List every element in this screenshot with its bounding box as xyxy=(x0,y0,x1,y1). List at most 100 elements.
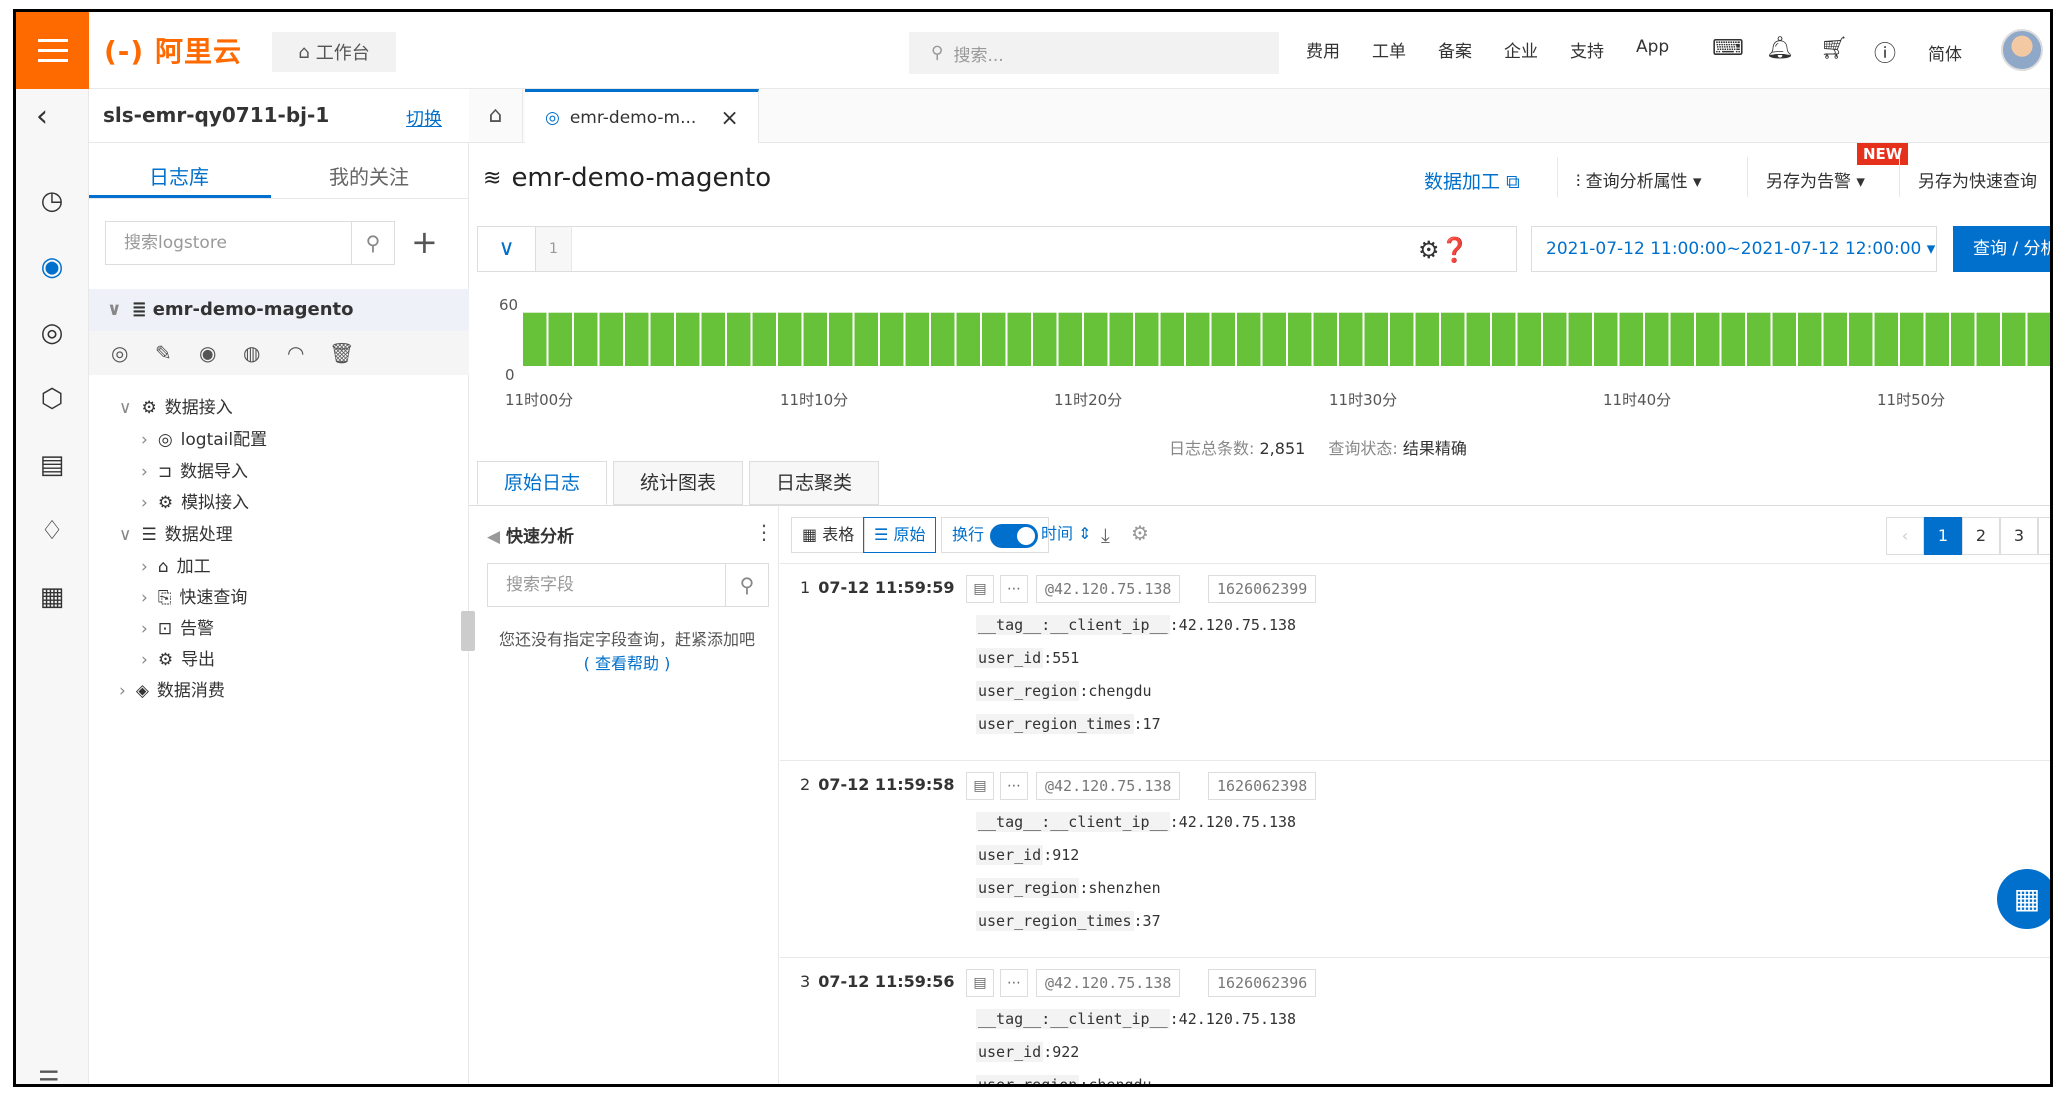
field-key[interactable]: user_region xyxy=(976,681,1080,701)
view-icon[interactable]: ◉ xyxy=(199,341,216,365)
back-icon[interactable]: ‹ xyxy=(36,99,48,134)
histogram-bar[interactable] xyxy=(1798,312,1822,366)
histogram-bar[interactable] xyxy=(829,312,853,366)
menu-icon[interactable] xyxy=(16,12,89,89)
tree-node-data-import[interactable]: › ⊐ 数据导入 xyxy=(141,457,248,482)
timestamp-chip[interactable]: 1626062396 xyxy=(1208,969,1317,997)
histogram-bar[interactable] xyxy=(523,312,547,366)
tree-node-alert[interactable]: › ⊡ 告警 xyxy=(141,614,214,639)
save-quick-query-button[interactable]: 另存为快速查询 xyxy=(1899,157,2050,197)
histogram-bar[interactable] xyxy=(1339,312,1363,366)
histogram-bar[interactable] xyxy=(1466,312,1491,366)
histogram-bar[interactable] xyxy=(1364,312,1389,366)
search-icon[interactable]: ⚲ xyxy=(351,221,395,265)
histogram-bar[interactable] xyxy=(1058,312,1083,366)
histogram-bar[interactable] xyxy=(599,312,624,366)
histogram-bar[interactable] xyxy=(1670,312,1695,366)
alert-bell-icon[interactable]: ♢ xyxy=(34,513,70,549)
tree-node-export[interactable]: › ⚙ 导出 xyxy=(141,645,215,670)
histogram-bar[interactable] xyxy=(1594,312,1618,366)
histogram-bar[interactable] xyxy=(1007,312,1032,366)
tab-favorites[interactable]: 我的关注 xyxy=(329,161,409,190)
tree-node-data-consume[interactable]: › ◈ 数据消费 xyxy=(119,676,225,701)
histogram-bar[interactable] xyxy=(1390,312,1414,366)
aliyun-logo[interactable]: (-) 阿里云 xyxy=(104,30,242,70)
tab-charts[interactable]: 统计图表 xyxy=(613,461,743,505)
histogram-bar[interactable] xyxy=(1951,312,1975,366)
histogram-bar[interactable] xyxy=(752,312,777,366)
add-logstore-icon[interactable]: + xyxy=(411,223,438,261)
tree-node-data-ingest[interactable]: ∨ ⚙ 数据接入 xyxy=(119,393,233,418)
source-ip-chip[interactable]: @42.120.75.138 xyxy=(1036,772,1181,800)
field-value[interactable]: :chengdu xyxy=(1079,682,1151,700)
switch-project-link[interactable]: 切换 xyxy=(406,105,442,131)
location-icon[interactable]: ◍ xyxy=(243,341,260,365)
table-view-button[interactable]: ▦ 表格 xyxy=(791,517,866,553)
tab-raw-logs[interactable]: 原始日志 xyxy=(477,461,607,505)
global-search-input[interactable]: ⚲ 搜索... xyxy=(909,32,1279,74)
raw-view-button[interactable]: ☰ 原始 xyxy=(863,517,937,553)
tree-root-logstore[interactable]: ∨ ≣ emr-demo-magento xyxy=(89,289,469,331)
prev-page-icon[interactable]: ‹ xyxy=(1886,517,1924,555)
histogram-bar[interactable] xyxy=(650,312,675,366)
histogram-bar[interactable] xyxy=(548,312,573,366)
histogram-bar[interactable] xyxy=(1084,312,1108,366)
histogram-bar[interactable] xyxy=(1568,312,1593,366)
histogram-bar[interactable] xyxy=(1109,312,1134,366)
histogram-bar[interactable] xyxy=(1645,312,1669,366)
histogram-bar[interactable] xyxy=(1925,312,1950,366)
page-4[interactable]: 4 xyxy=(2038,517,2050,555)
histogram-bar[interactable] xyxy=(2027,312,2052,366)
nav-icp[interactable]: 备案 xyxy=(1438,37,1472,62)
histogram-bar[interactable] xyxy=(1415,312,1440,366)
query-analyze-button[interactable]: 查询 / 分析 xyxy=(1953,226,2050,272)
page-1[interactable]: 1 xyxy=(1924,517,1962,555)
query-attr-button[interactable]: ⫶ 查询分析属性 ▾ xyxy=(1557,157,1720,197)
language-switch[interactable]: 简体 xyxy=(1928,40,1962,65)
histogram-bar[interactable] xyxy=(1313,312,1338,366)
workbench-button[interactable]: ⌂ 工作台 xyxy=(272,32,396,72)
edit-icon[interactable]: ✎ xyxy=(155,341,172,365)
histogram-bar[interactable] xyxy=(1237,312,1261,366)
page-3[interactable]: 3 xyxy=(2000,517,2038,555)
field-key[interactable]: user_id xyxy=(976,648,1044,668)
field-key[interactable]: user_region xyxy=(976,878,1080,898)
histogram-bar[interactable] xyxy=(1721,312,1746,366)
field-key[interactable]: __tag__:__client_ip__ xyxy=(976,1009,1170,1029)
histogram-bar[interactable] xyxy=(676,312,700,366)
timestamp-chip[interactable]: 1626062398 xyxy=(1208,772,1317,800)
more-vertical-icon[interactable]: ⋮ xyxy=(754,520,774,544)
help-link[interactable]: ( 查看帮助 ) xyxy=(584,654,671,673)
field-value[interactable]: :912 xyxy=(1043,846,1079,864)
report-icon[interactable]: ▤ xyxy=(34,447,70,483)
floating-grid-button[interactable]: ▦ xyxy=(1997,869,2050,929)
cart-icon[interactable]: 🛒︎ xyxy=(1820,36,1848,61)
timestamp-chip[interactable]: 1626062399 xyxy=(1208,575,1317,603)
copy-icon[interactable]: ▤ xyxy=(966,969,994,997)
histogram-bar[interactable] xyxy=(1900,312,1924,366)
histogram-bar[interactable] xyxy=(905,312,930,366)
more-icon[interactable]: ⋯ xyxy=(1000,575,1028,603)
field-key[interactable]: __tag__:__client_ip__ xyxy=(976,812,1170,832)
nav-ticket[interactable]: 工单 xyxy=(1372,37,1406,62)
histogram-bar[interactable] xyxy=(1160,312,1185,366)
histogram-bar[interactable] xyxy=(1517,312,1542,366)
bell-icon[interactable]: 🔔︎ xyxy=(1766,36,1794,61)
field-value[interactable]: :42.120.75.138 xyxy=(1170,813,1296,831)
more-icon[interactable]: ⋯ xyxy=(1000,772,1028,800)
more-icon[interactable]: ⋯ xyxy=(1000,969,1028,997)
field-value[interactable]: :37 xyxy=(1134,912,1161,930)
nav-enterprise[interactable]: 企业 xyxy=(1504,37,1538,62)
histogram-bar[interactable] xyxy=(1492,312,1516,366)
histogram-bar[interactable] xyxy=(701,312,726,366)
histogram-bar[interactable] xyxy=(778,312,802,366)
settings-help-icon[interactable]: ⚙❓ xyxy=(1418,236,1469,264)
histogram-bar[interactable] xyxy=(1211,312,1236,366)
tree-node-transform[interactable]: › ⌂ 加工 xyxy=(141,552,211,577)
field-value[interactable]: :chengdu xyxy=(1079,1076,1151,1084)
tab-log-cluster[interactable]: 日志聚类 xyxy=(749,461,879,505)
collapse-left-icon[interactable]: ◀ xyxy=(487,527,500,547)
data-process-link[interactable]: 数据加工 ⧉ xyxy=(1424,167,1520,194)
field-key[interactable]: user_region_times xyxy=(976,911,1134,931)
nav-fee[interactable]: 费用 xyxy=(1306,37,1340,62)
